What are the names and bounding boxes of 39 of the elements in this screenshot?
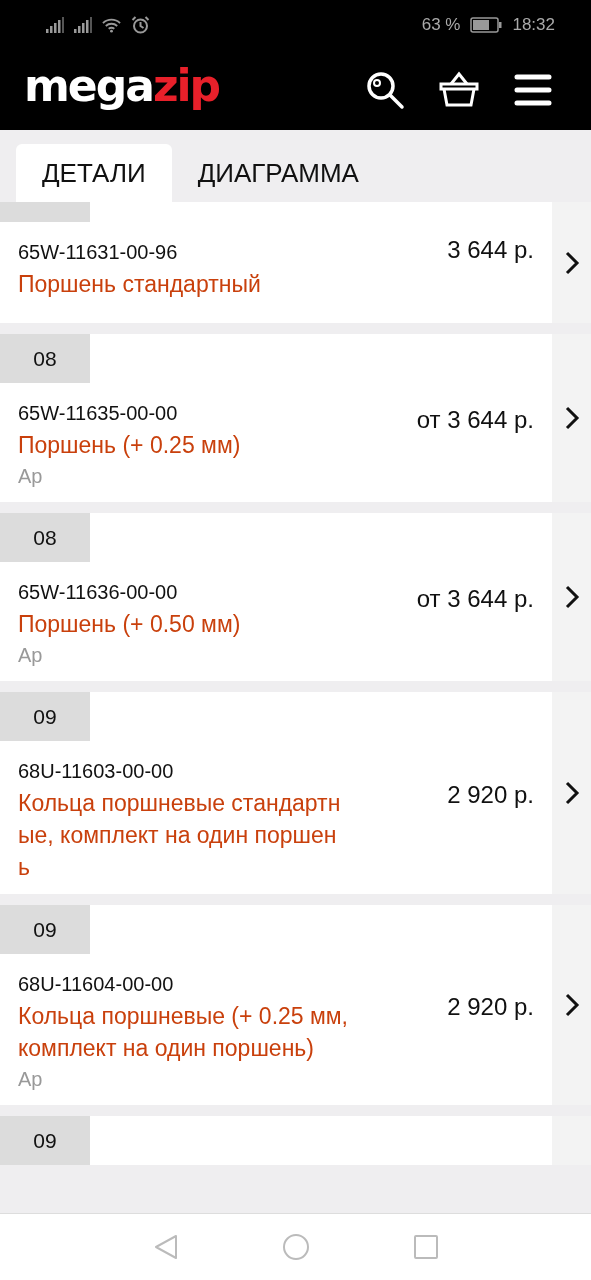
clock-time: 18:32 [512,15,555,35]
position-number: 08 [0,513,90,562]
part-note: Ар [18,1067,44,1092]
part-name: Поршень (+ 0.50 мм) [18,610,242,639]
alarm-icon [131,16,150,34]
search-icon[interactable] [365,70,405,110]
part-price: от 3 644 р. [416,406,534,434]
signal-icon [46,17,64,33]
part-price: 2 920 р. [447,993,534,1021]
part-name: Кольца поршневые стандартные, комплект на один поршень [18,789,342,882]
battery-icon [470,17,503,33]
position-number: 09 [0,1116,90,1165]
signal-icon [74,17,92,33]
battery-percent: 63 % [421,15,461,35]
part-number: 68U-11603-00-00 [18,759,175,784]
part-price: 2 920 р. [447,781,534,809]
chevron-icon [563,585,580,609]
part-number: 65W-11636-00-00 [18,580,179,605]
part-number: 65W-11635-00-00 [18,401,179,426]
part-name: Поршень (+ 0.25 мм) [18,431,242,460]
chevron-icon [563,250,580,275]
position-number: 09 [0,692,90,741]
part-note: Ар [18,464,44,489]
chevron-icon [563,781,580,805]
tab[interactable]: ДЕТАЛИ [16,144,172,202]
part-name: Поршень стандартный [18,270,262,299]
tab[interactable]: ДИАГРАММА [171,144,385,202]
part-note: Ар [18,643,44,668]
position-number: 08 [0,334,90,383]
part-price: 3 644 р. [447,236,534,264]
wifi-icon [102,16,121,34]
chevron-icon [563,993,580,1017]
part-price: от 3 644 р. [416,585,534,613]
part-number: 65W-11631-00-96 [18,240,179,265]
part-number: 68U-11604-00-00 [18,972,175,997]
part-name: Кольца поршневые (+ 0.25 мм, комплект на один поршень) [18,1002,348,1063]
position-number: 09 [0,905,90,954]
basket-icon[interactable] [439,70,479,110]
chevron-icon [563,406,580,430]
